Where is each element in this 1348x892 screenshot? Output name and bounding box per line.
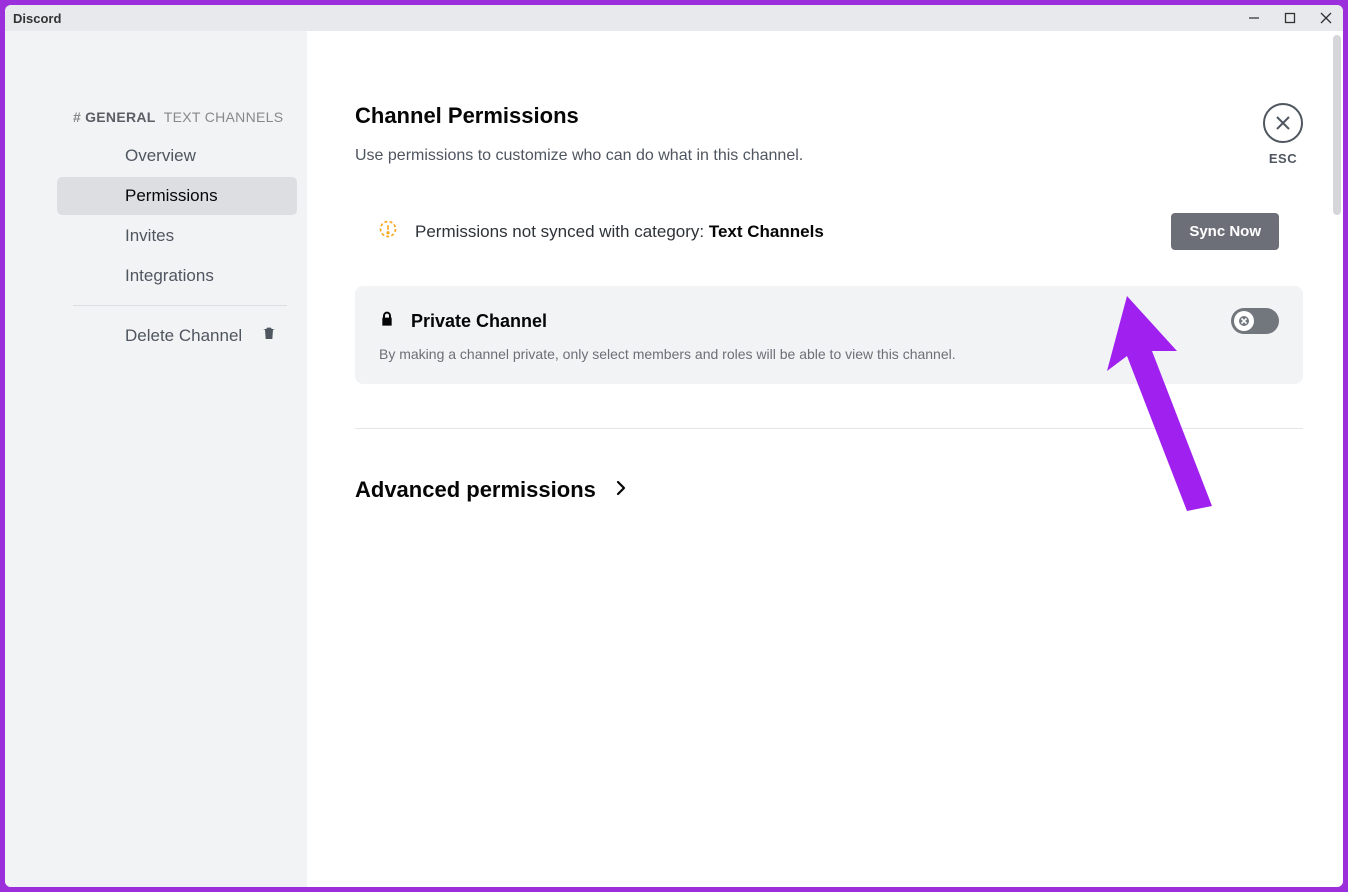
sidebar-item-integrations[interactable]: Integrations xyxy=(57,257,297,295)
sidebar-item-label: Overview xyxy=(125,146,196,166)
sidebar-divider xyxy=(73,305,287,306)
app-window: Discord #GENERAL TEXT CHANNELS Overview … xyxy=(5,5,1343,887)
sidebar-item-label: Integrations xyxy=(125,266,214,286)
sync-now-button[interactable]: Sync Now xyxy=(1171,213,1279,250)
titlebar: Discord xyxy=(5,5,1343,31)
private-title-group: Private Channel xyxy=(379,310,547,333)
scrollbar[interactable] xyxy=(1333,35,1341,883)
close-window-button[interactable] xyxy=(1317,9,1335,27)
close-button[interactable] xyxy=(1263,103,1303,143)
content-area: #GENERAL TEXT CHANNELS Overview Permissi… xyxy=(5,31,1343,887)
toggle-thumb xyxy=(1234,311,1254,331)
sidebar-item-delete-channel[interactable]: Delete Channel xyxy=(57,316,297,355)
warning-icon xyxy=(379,220,397,243)
sidebar-item-overview[interactable]: Overview xyxy=(57,137,297,175)
main-panel: ESC Channel Permissions Use permissions … xyxy=(307,31,1343,887)
private-channel-toggle[interactable] xyxy=(1231,308,1279,334)
sidebar-item-label: Invites xyxy=(125,226,174,246)
sync-row: Permissions not synced with category: Te… xyxy=(355,213,1303,250)
sync-message: Permissions not synced with category: Te… xyxy=(379,220,824,243)
private-title: Private Channel xyxy=(411,311,547,332)
sidebar-item-label: Delete Channel xyxy=(125,326,242,346)
hash-icon: # xyxy=(73,109,81,125)
close-group: ESC xyxy=(1263,103,1303,166)
channel-name: GENERAL xyxy=(85,109,155,125)
close-label: ESC xyxy=(1269,151,1297,166)
lock-icon xyxy=(379,310,395,333)
scrollbar-thumb[interactable] xyxy=(1333,35,1341,215)
page-title: Channel Permissions xyxy=(355,103,1303,129)
sidebar-item-permissions[interactable]: Permissions xyxy=(57,177,297,215)
page-description: Use permissions to customize who can do … xyxy=(355,147,1303,165)
minimize-button[interactable] xyxy=(1245,9,1263,27)
app-name: Discord xyxy=(13,11,61,26)
sidebar-header: #GENERAL TEXT CHANNELS xyxy=(5,109,307,135)
channel-category-label: TEXT CHANNELS xyxy=(160,109,284,125)
maximize-button[interactable] xyxy=(1281,9,1299,27)
chevron-right-icon xyxy=(616,480,626,501)
trash-icon xyxy=(261,325,277,346)
sync-text: Permissions not synced with category: Te… xyxy=(415,222,824,242)
sidebar-item-invites[interactable]: Invites xyxy=(57,217,297,255)
window-controls xyxy=(1245,9,1335,27)
sidebar-item-label: Permissions xyxy=(125,186,218,206)
annotation-cursor-arrow xyxy=(1107,296,1227,516)
sidebar: #GENERAL TEXT CHANNELS Overview Permissi… xyxy=(5,31,307,887)
advanced-permissions-label: Advanced permissions xyxy=(355,477,596,503)
